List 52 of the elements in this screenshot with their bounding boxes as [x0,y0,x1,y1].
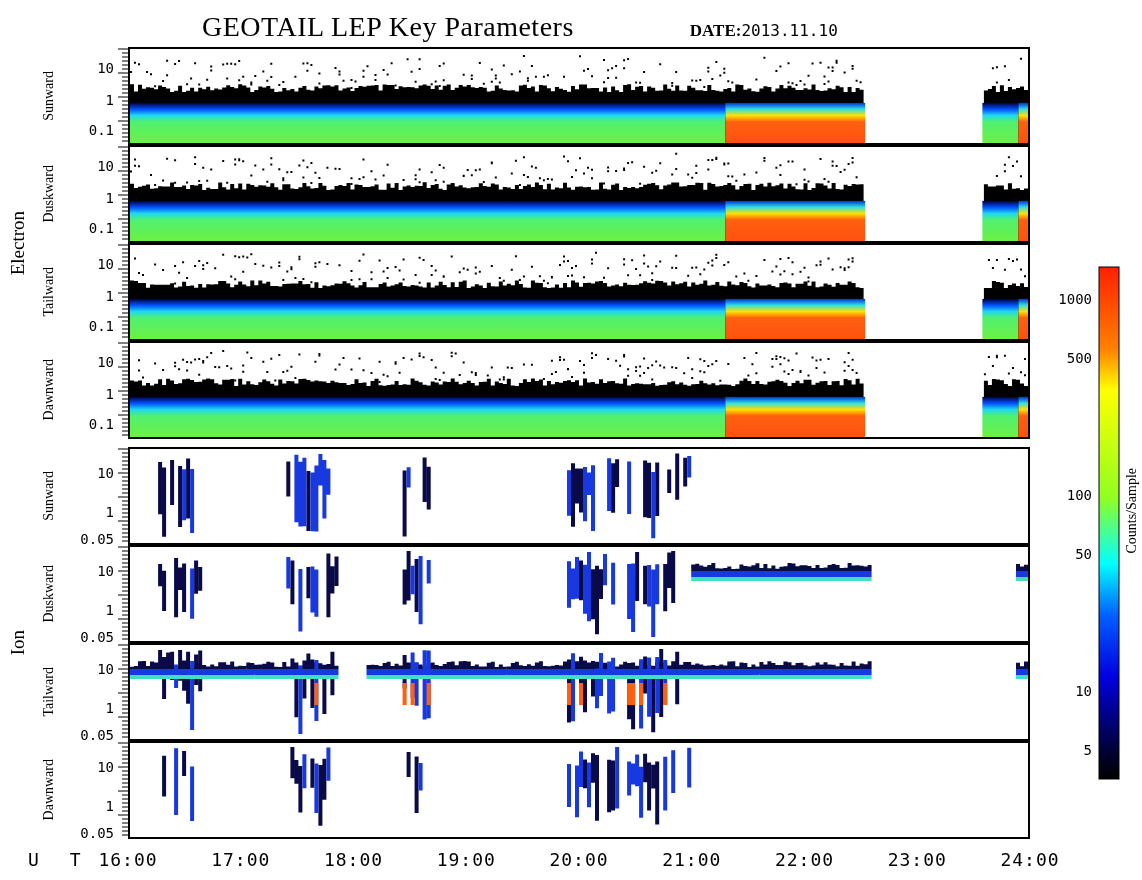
colorbar-tick-label: 10 [1075,683,1092,698]
x-tick-label: 17:00 [211,849,271,870]
y-tick-label: 10 [97,60,114,75]
x-tick-label: 23:00 [887,849,947,870]
y-tick-label: 10 [97,760,114,775]
x-tick-label: 16:00 [98,849,158,870]
x-tick-label: 21:00 [662,849,722,870]
y-tick-label: 1 [105,602,114,617]
y-tick-label: 10 [97,158,114,173]
y-tick-label: 1 [105,386,114,401]
panel-label: Tailward [41,667,57,717]
colorbar-tick-label: 500 [1066,351,1092,365]
date-label: DATE:2013.11.10 [689,21,838,42]
y-tick-label: 10 [97,662,114,677]
y-tick-label: 10 [97,354,114,369]
panel-label: Dawnward [41,359,57,421]
group-label: Electron [7,210,29,276]
x-tick-label: 18:00 [323,849,384,870]
chart-title: GEOTAIL LEP Key Parameters [202,11,574,43]
y-tick-label: 1 [105,288,114,303]
colorbar-tick-label: 100 [1066,487,1092,502]
y-tick-label: 0.1 [88,123,114,138]
colorbar-tick-label: 1000 [1058,292,1092,307]
y-tick-label: 10 [97,564,114,579]
y-tick-label: 1 [105,798,114,813]
y-tick-label: 1 [105,92,114,107]
group-label: Ion [7,630,29,656]
y-tick-label: 0.05 [80,728,114,743]
panel-label: Dawnward [41,759,57,821]
panel-label: Sunward [41,471,57,521]
y-tick-label: 0.1 [88,417,114,432]
x-tick-label: 22:00 [774,849,835,870]
y-tick-label: 0.1 [88,319,114,334]
panel-label: Sunward [41,71,57,121]
y-tick-label: 10 [97,256,114,271]
panel-label: Duskward [41,165,57,223]
y-tick-label: 1 [105,190,114,205]
y-tick-label: 0.05 [80,532,114,547]
x-tick-label: 20:00 [549,849,609,870]
x-tick-label: 24:00 [1000,849,1060,870]
y-tick-label: 1 [105,700,114,715]
y-tick-label: 10 [97,466,114,481]
panel-label: Duskward [41,565,57,623]
y-tick-label: 1 [105,504,114,519]
panel-label: Tailward [41,267,57,317]
x-tick-label: 19:00 [436,849,496,870]
y-tick-label: 0.05 [80,630,114,645]
colorbar-tick-label: 50 [1075,546,1092,561]
y-tick-label: 0.05 [80,826,114,841]
y-tick-label: 0.1 [88,221,114,236]
colorbar-title: Counts/Sample [1124,468,1140,554]
colorbar-tick-label: 5 [1083,742,1092,757]
